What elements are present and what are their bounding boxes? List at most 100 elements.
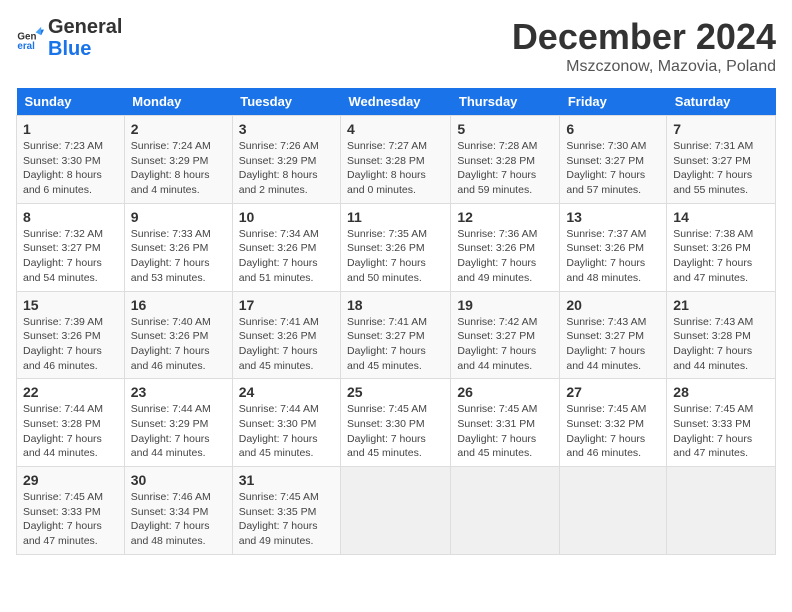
calendar-cell [341, 467, 451, 555]
day-of-week-header: Monday [124, 88, 232, 116]
day-number: 26 [457, 384, 553, 400]
day-number: 25 [347, 384, 444, 400]
day-info: Sunrise: 7:44 AMSunset: 3:28 PMDaylight:… [23, 402, 118, 461]
calendar-cell: 10 Sunrise: 7:34 AMSunset: 3:26 PMDayligh… [232, 203, 340, 291]
calendar-header-row: SundayMondayTuesdayWednesdayThursdayFrid… [17, 88, 776, 116]
day-of-week-header: Tuesday [232, 88, 340, 116]
day-info: Sunrise: 7:27 AMSunset: 3:28 PMDaylight:… [347, 139, 444, 198]
day-number: 21 [673, 297, 769, 313]
calendar-cell: 7 Sunrise: 7:31 AMSunset: 3:27 PMDaylight… [667, 116, 776, 204]
day-info: Sunrise: 7:43 AMSunset: 3:27 PMDaylight:… [566, 315, 660, 374]
calendar-cell: 18 Sunrise: 7:41 AMSunset: 3:27 PMDayligh… [341, 291, 451, 379]
day-info: Sunrise: 7:34 AMSunset: 3:26 PMDaylight:… [239, 227, 334, 286]
day-number: 2 [131, 121, 226, 137]
day-number: 24 [239, 384, 334, 400]
logo-icon: Gen eral [16, 24, 44, 52]
svg-text:eral: eral [17, 41, 35, 52]
day-of-week-header: Saturday [667, 88, 776, 116]
day-info: Sunrise: 7:46 AMSunset: 3:34 PMDaylight:… [131, 490, 226, 549]
calendar-week-row: 8 Sunrise: 7:32 AMSunset: 3:27 PMDaylight… [17, 203, 776, 291]
calendar-cell: 13Sunrise: 7:37 AMSunset: 3:26 PMDayligh… [560, 203, 667, 291]
calendar-cell: 14 Sunrise: 7:38 AMSunset: 3:26 PMDayligh… [667, 203, 776, 291]
calendar-cell: 8 Sunrise: 7:32 AMSunset: 3:27 PMDaylight… [17, 203, 125, 291]
calendar-cell [451, 467, 560, 555]
day-info: Sunrise: 7:44 AMSunset: 3:30 PMDaylight:… [239, 402, 334, 461]
month-title: December 2024 [512, 16, 776, 58]
day-number: 8 [23, 209, 118, 225]
calendar-cell: 6Sunrise: 7:30 AMSunset: 3:27 PMDaylight… [560, 116, 667, 204]
location-subtitle: Mszczonow, Mazovia, Poland [512, 58, 776, 76]
day-number: 6 [566, 121, 660, 137]
calendar-cell: 24 Sunrise: 7:44 AMSunset: 3:30 PMDayligh… [232, 379, 340, 467]
day-number: 20 [566, 297, 660, 313]
calendar-cell: 17 Sunrise: 7:41 AMSunset: 3:26 PMDayligh… [232, 291, 340, 379]
day-number: 10 [239, 209, 334, 225]
calendar-cell: 9 Sunrise: 7:33 AMSunset: 3:26 PMDaylight… [124, 203, 232, 291]
day-info: Sunrise: 7:40 AMSunset: 3:26 PMDaylight:… [131, 315, 226, 374]
day-number: 29 [23, 472, 118, 488]
calendar-cell: 2 Sunrise: 7:24 AMSunset: 3:29 PMDaylight… [124, 116, 232, 204]
day-number: 18 [347, 297, 444, 313]
day-number: 14 [673, 209, 769, 225]
day-info: Sunrise: 7:35 AMSunset: 3:26 PMDaylight:… [347, 227, 444, 286]
day-of-week-header: Wednesday [341, 88, 451, 116]
calendar-cell: 16 Sunrise: 7:40 AMSunset: 3:26 PMDayligh… [124, 291, 232, 379]
day-number: 19 [457, 297, 553, 313]
day-info: Sunrise: 7:32 AMSunset: 3:27 PMDaylight:… [23, 227, 118, 286]
day-info: Sunrise: 7:45 AMSunset: 3:32 PMDaylight:… [566, 402, 660, 461]
day-info: Sunrise: 7:24 AMSunset: 3:29 PMDaylight:… [131, 139, 226, 198]
day-info: Sunrise: 7:37 AMSunset: 3:26 PMDaylight:… [566, 227, 660, 286]
day-info: Sunrise: 7:42 AMSunset: 3:27 PMDaylight:… [457, 315, 553, 374]
day-number: 17 [239, 297, 334, 313]
calendar-cell: 31Sunrise: 7:45 AMSunset: 3:35 PMDayligh… [232, 467, 340, 555]
day-info: Sunrise: 7:41 AMSunset: 3:27 PMDaylight:… [347, 315, 444, 374]
day-number: 5 [457, 121, 553, 137]
calendar-cell: 5 Sunrise: 7:28 AMSunset: 3:28 PMDaylight… [451, 116, 560, 204]
calendar-cell: 25 Sunrise: 7:45 AMSunset: 3:30 PMDayligh… [341, 379, 451, 467]
calendar-cell: 1Sunrise: 7:23 AMSunset: 3:30 PMDaylight… [17, 116, 125, 204]
day-info: Sunrise: 7:23 AMSunset: 3:30 PMDaylight:… [23, 139, 118, 198]
calendar-week-row: 29Sunrise: 7:45 AMSunset: 3:33 PMDayligh… [17, 467, 776, 555]
day-info: Sunrise: 7:44 AMSunset: 3:29 PMDaylight:… [131, 402, 226, 461]
calendar-week-row: 15 Sunrise: 7:39 AMSunset: 3:26 PMDayligh… [17, 291, 776, 379]
calendar-cell [560, 467, 667, 555]
title-block: December 2024 Mszczonow, Mazovia, Poland [512, 16, 776, 76]
day-info: Sunrise: 7:28 AMSunset: 3:28 PMDaylight:… [457, 139, 553, 198]
day-number: 12 [457, 209, 553, 225]
calendar-cell [667, 467, 776, 555]
day-number: 23 [131, 384, 226, 400]
day-info: Sunrise: 7:45 AMSunset: 3:30 PMDaylight:… [347, 402, 444, 461]
day-info: Sunrise: 7:39 AMSunset: 3:26 PMDaylight:… [23, 315, 118, 374]
day-number: 9 [131, 209, 226, 225]
day-number: 3 [239, 121, 334, 137]
page-header: Gen eral General Blue December 2024 Mszc… [16, 16, 776, 76]
day-number: 7 [673, 121, 769, 137]
day-info: Sunrise: 7:45 AMSunset: 3:33 PMDaylight:… [673, 402, 769, 461]
calendar-cell: 30 Sunrise: 7:46 AMSunset: 3:34 PMDayligh… [124, 467, 232, 555]
day-info: Sunrise: 7:41 AMSunset: 3:26 PMDaylight:… [239, 315, 334, 374]
day-info: Sunrise: 7:31 AMSunset: 3:27 PMDaylight:… [673, 139, 769, 198]
calendar-cell: 26 Sunrise: 7:45 AMSunset: 3:31 PMDayligh… [451, 379, 560, 467]
day-info: Sunrise: 7:33 AMSunset: 3:26 PMDaylight:… [131, 227, 226, 286]
day-info: Sunrise: 7:43 AMSunset: 3:28 PMDaylight:… [673, 315, 769, 374]
day-number: 16 [131, 297, 226, 313]
day-info: Sunrise: 7:38 AMSunset: 3:26 PMDaylight:… [673, 227, 769, 286]
calendar-table: SundayMondayTuesdayWednesdayThursdayFrid… [16, 88, 776, 555]
calendar-cell: 12Sunrise: 7:36 AMSunset: 3:26 PMDayligh… [451, 203, 560, 291]
logo: Gen eral General Blue [16, 16, 122, 60]
calendar-cell: 20 Sunrise: 7:43 AMSunset: 3:27 PMDayligh… [560, 291, 667, 379]
day-number: 27 [566, 384, 660, 400]
calendar-cell: 3 Sunrise: 7:26 AMSunset: 3:29 PMDaylight… [232, 116, 340, 204]
day-info: Sunrise: 7:26 AMSunset: 3:29 PMDaylight:… [239, 139, 334, 198]
calendar-cell: 4Sunrise: 7:27 AMSunset: 3:28 PMDaylight… [341, 116, 451, 204]
day-number: 15 [23, 297, 118, 313]
day-number: 31 [239, 472, 334, 488]
day-number: 28 [673, 384, 769, 400]
calendar-cell: 27 Sunrise: 7:45 AMSunset: 3:32 PMDayligh… [560, 379, 667, 467]
calendar-cell: 29Sunrise: 7:45 AMSunset: 3:33 PMDayligh… [17, 467, 125, 555]
day-number: 30 [131, 472, 226, 488]
calendar-week-row: 22Sunrise: 7:44 AMSunset: 3:28 PMDayligh… [17, 379, 776, 467]
calendar-cell: 23 Sunrise: 7:44 AMSunset: 3:29 PMDayligh… [124, 379, 232, 467]
calendar-cell: 19 Sunrise: 7:42 AMSunset: 3:27 PMDayligh… [451, 291, 560, 379]
day-info: Sunrise: 7:45 AMSunset: 3:31 PMDaylight:… [457, 402, 553, 461]
